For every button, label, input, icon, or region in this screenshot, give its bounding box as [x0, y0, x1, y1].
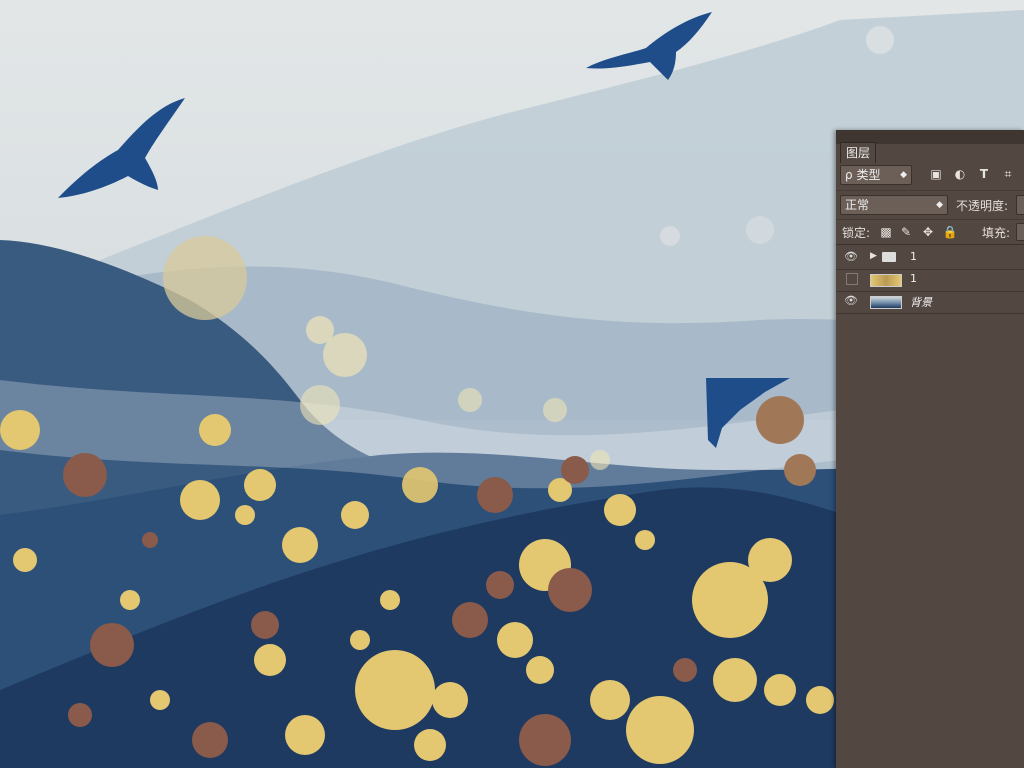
adjustment-filter-icon[interactable]: ◐ [952, 166, 968, 182]
gold-dot [402, 467, 438, 503]
gold-dot [748, 538, 792, 582]
gold-dot [806, 686, 834, 714]
layer-list: 👁 ▶ 1 1 👁 背景 [836, 244, 1024, 315]
gold-dot [199, 414, 231, 446]
layers-panel: 图层 ρ 类型 ◆ ▣ ◐ T ⌗ 正常 ◆ 不透明度: 锁定: ▩ ✎ ✥ 🔒… [836, 130, 1024, 768]
gold-dot [120, 590, 140, 610]
layer-name: 1 [910, 272, 917, 285]
gold-dot [13, 548, 37, 572]
layer-thumbnail [870, 274, 902, 287]
gold-dot [68, 703, 92, 727]
gold-dot [713, 658, 757, 702]
gold-dot [590, 680, 630, 720]
gold-dot [254, 644, 286, 676]
gold-dot [458, 388, 482, 412]
opacity-label: 不透明度: [956, 199, 1009, 213]
expand-arrow-icon[interactable]: ▶ [870, 251, 877, 261]
gold-dot [251, 611, 279, 639]
gold-dot [414, 729, 446, 761]
gold-dot [561, 456, 589, 484]
gold-dot [626, 696, 694, 764]
gold-dot [285, 715, 325, 755]
gold-dot [635, 530, 655, 550]
opacity-field[interactable] [1016, 195, 1024, 215]
gold-dot [300, 385, 340, 425]
gold-dot [355, 650, 435, 730]
shape-filter-icon[interactable]: ⌗ [1000, 166, 1016, 182]
gold-dot [150, 690, 170, 710]
filter-kind-select[interactable]: ρ 类型 ◆ [840, 165, 912, 185]
fill-label: 填充: [982, 226, 1011, 240]
gold-dot [452, 602, 488, 638]
gold-dot [180, 480, 220, 520]
layer-row-pixel[interactable]: 1 [836, 269, 1024, 292]
gold-dot [543, 398, 567, 422]
search-icon: ρ [845, 168, 853, 182]
lock-row: 锁定: ▩ ✎ ✥ 🔒 填充: [836, 219, 1024, 244]
gold-dot [497, 622, 533, 658]
gold-dot [380, 590, 400, 610]
chevron-updown-icon: ◆ [936, 200, 943, 210]
layer-name: 1 [910, 250, 917, 263]
layer-thumbnail [870, 296, 902, 309]
gold-dot [432, 682, 468, 718]
gold-dot [90, 623, 134, 667]
gold-dot [519, 714, 571, 766]
gold-dot [63, 453, 107, 497]
lock-paint-icon[interactable]: ✎ [898, 224, 914, 240]
lock-position-icon[interactable]: ✥ [920, 224, 936, 240]
gold-dot [163, 236, 247, 320]
lock-transparent-icon[interactable]: ▩ [878, 224, 894, 240]
gold-dot [673, 658, 697, 682]
gold-dot [590, 450, 610, 470]
gold-dot [660, 226, 680, 246]
blend-mode-select[interactable]: 正常 ◆ [840, 195, 948, 215]
blend-mode-value: 正常 [845, 198, 870, 212]
gold-dot [0, 410, 40, 450]
layer-row-background[interactable]: 👁 背景 [836, 291, 1024, 314]
gold-dot [548, 568, 592, 612]
lock-label: 锁定: [842, 226, 871, 240]
gold-dot [192, 722, 228, 758]
lock-all-icon[interactable]: 🔒 [942, 224, 958, 240]
folder-icon [882, 252, 896, 262]
layer-name: 背景 [910, 296, 932, 309]
fill-field[interactable] [1016, 223, 1024, 241]
chevron-updown-icon: ◆ [900, 170, 907, 180]
gold-dot [350, 630, 370, 650]
filter-kind-label: 类型 [856, 168, 881, 182]
gold-dot [866, 26, 894, 54]
gold-dot [756, 396, 804, 444]
gold-dot [306, 316, 334, 344]
gold-dot [244, 469, 276, 501]
gold-dot [604, 494, 636, 526]
gold-dot [477, 477, 513, 513]
image-filter-icon[interactable]: ▣ [928, 166, 944, 182]
eye-icon[interactable]: 👁 [844, 294, 858, 308]
gold-dot [486, 571, 514, 599]
gold-dot [341, 501, 369, 529]
type-filter-icon[interactable]: T [976, 166, 992, 182]
gold-dot [142, 532, 158, 548]
gold-dot [235, 505, 255, 525]
gold-dot [746, 216, 774, 244]
gold-dot [764, 674, 796, 706]
gold-dot [282, 527, 318, 563]
gold-dot [526, 656, 554, 684]
filter-row: ρ 类型 ◆ ▣ ◐ T ⌗ [836, 162, 1024, 188]
gold-dot [784, 454, 816, 486]
eye-icon[interactable]: 👁 [844, 250, 858, 264]
tab-layers[interactable]: 图层 [840, 142, 876, 163]
layer-row-group[interactable]: 👁 ▶ 1 [836, 247, 1024, 270]
visibility-toggle-empty[interactable] [846, 273, 858, 285]
blend-mode-row: 正常 ◆ 不透明度: [836, 190, 1024, 219]
